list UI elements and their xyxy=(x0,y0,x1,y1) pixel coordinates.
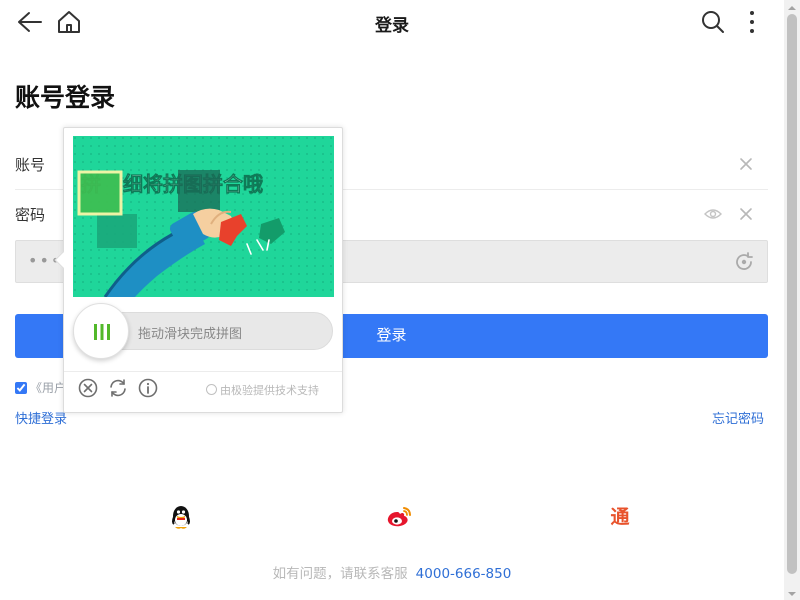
close-circle-icon[interactable] xyxy=(78,378,98,398)
clear-password-icon[interactable] xyxy=(738,206,754,222)
forgot-password-link[interactable]: 忘记密码 xyxy=(712,408,764,427)
captcha-refresh-icon[interactable] xyxy=(733,251,755,273)
clear-account-icon[interactable] xyxy=(738,156,754,172)
geetest-brand: 由极验提供技术支持 xyxy=(206,382,319,398)
qq-login-icon[interactable] xyxy=(168,504,194,530)
slider-hint: 拖动滑块完成拼图 xyxy=(138,327,243,342)
weibo-login-icon[interactable] xyxy=(386,504,412,530)
slider-grip-icon xyxy=(94,324,110,340)
geetest-logo-icon xyxy=(206,384,217,395)
login-heading: 账号登录 xyxy=(15,83,116,112)
info-icon[interactable] xyxy=(138,378,158,398)
footer-help-text: 如有问题，请联系客服 xyxy=(272,566,408,582)
agreement-text: 《用户 xyxy=(30,381,67,395)
login-page: 登录 账号登录 账号 密码 ••• 登录 《用户 快捷登录 忘记密码 通 如有问… xyxy=(0,0,800,600)
tong-login-icon[interactable]: 通 xyxy=(607,504,633,530)
scrollbar-thumb[interactable] xyxy=(787,14,797,574)
brand-text: 由极验提供技术支持 xyxy=(220,384,319,397)
account-label: 账号 xyxy=(15,156,46,174)
slider-handle[interactable] xyxy=(73,303,129,359)
search-icon[interactable] xyxy=(701,10,725,34)
top-nav-bar: 登录 xyxy=(0,0,784,44)
vertical-scrollbar[interactable] xyxy=(784,0,800,600)
password-label: 密码 xyxy=(15,206,46,224)
agreement-checkbox[interactable] xyxy=(15,382,27,394)
more-options-icon[interactable] xyxy=(742,9,762,35)
footer-help: 如有问题，请联系客服 4000-666-850 xyxy=(0,562,784,582)
page-title: 登录 xyxy=(375,16,409,36)
show-password-eye-icon[interactable] xyxy=(704,206,722,222)
puzzle-image: 拼 细将拼图拼合哦 xyxy=(73,136,334,297)
scroll-up-icon[interactable] xyxy=(784,0,800,14)
captcha-popup: 拼 细将拼图拼合哦 拖动滑块完 xyxy=(54,127,343,413)
scroll-down-icon[interactable] xyxy=(784,586,800,600)
agreement-row[interactable]: 《用户 xyxy=(15,379,66,396)
quick-login-link[interactable]: 快捷登录 xyxy=(15,408,67,427)
popup-divider xyxy=(64,371,342,372)
reload-icon[interactable] xyxy=(108,378,128,398)
service-phone-link[interactable]: 4000-666-850 xyxy=(416,566,512,582)
